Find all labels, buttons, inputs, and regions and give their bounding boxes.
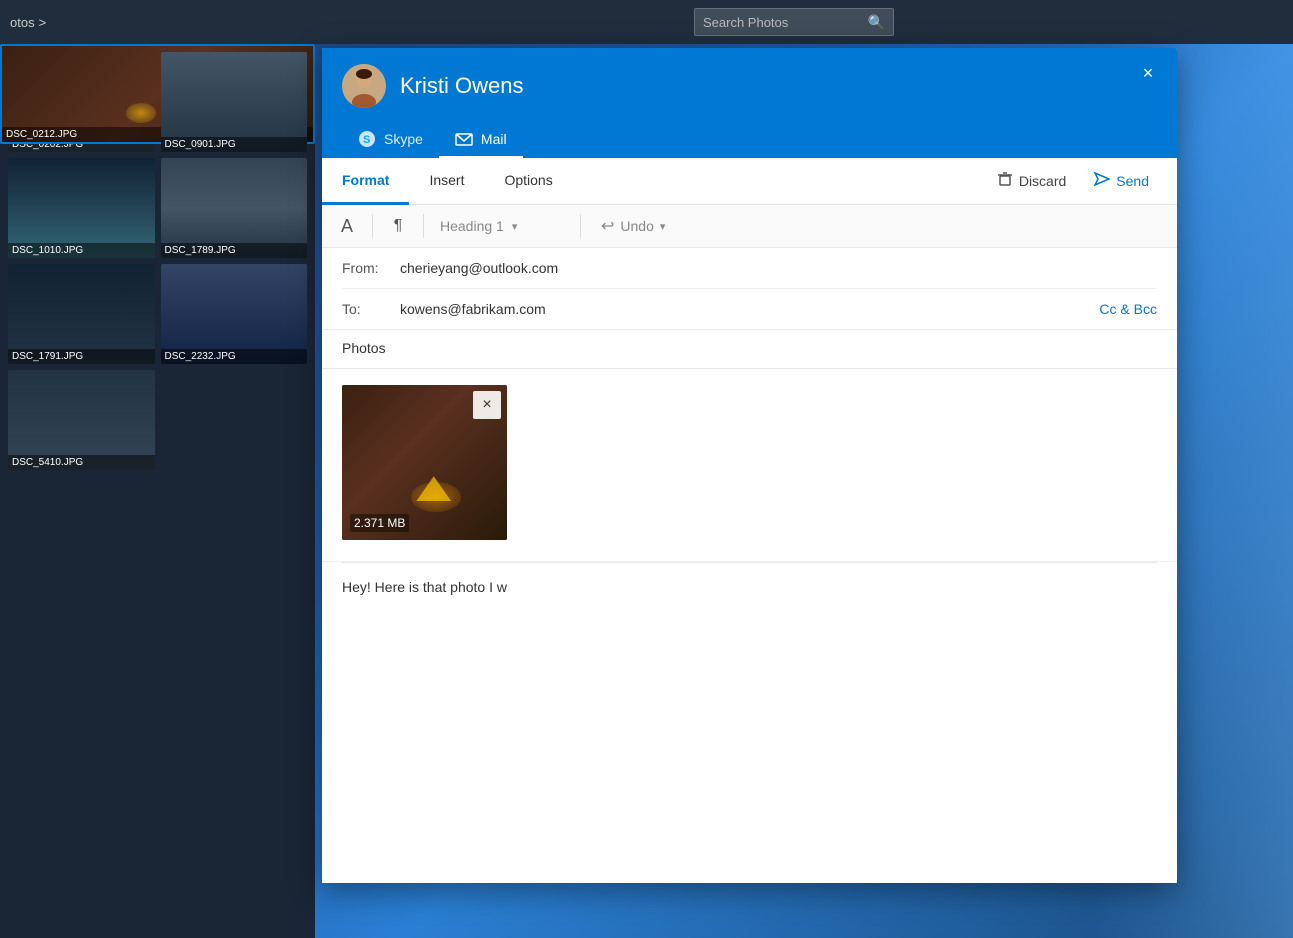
photo-filename: DSC_1789.JPG: [161, 243, 308, 258]
mail-icon: [455, 130, 473, 148]
photo-filename: DSC_0901.JPG: [161, 137, 308, 152]
heading-dropdown-arrow: ▾: [512, 220, 518, 233]
photos-app-name: otos: [10, 15, 35, 30]
close-button[interactable]: ×: [1133, 58, 1163, 88]
undo-icon: ↩: [601, 216, 614, 236]
undo-label: Undo: [620, 218, 653, 234]
to-label: To:: [342, 301, 392, 317]
svg-text:S: S: [363, 134, 370, 146]
breadcrumb-arrow: >: [39, 15, 47, 30]
attachment-card: × 2.371 MB: [342, 385, 507, 540]
mail-header: × Kristi Owens: [322, 48, 1177, 158]
tab-options[interactable]: Options: [484, 158, 572, 205]
tab-mail[interactable]: Mail: [439, 122, 523, 159]
format-divider-1: [372, 214, 373, 238]
format-divider-3: [580, 214, 581, 238]
cc-bcc-button[interactable]: Cc & Bcc: [1099, 301, 1157, 317]
skype-icon: S: [358, 130, 376, 148]
send-button[interactable]: Send: [1082, 163, 1161, 200]
search-placeholder: Search Photos: [703, 15, 868, 30]
list-item[interactable]: DSC_1010.JPG: [8, 158, 155, 258]
photos-app-panel: otos > ▾ ↺ ✓ DSC_0202.JPG DSC_0212.JPG D…: [0, 0, 315, 938]
subject-row: [322, 330, 1177, 369]
format-divider-2: [423, 214, 424, 238]
photo-filename: DSC_1791.JPG: [8, 349, 155, 364]
email-body-content: Hey! Here is that photo I w: [342, 579, 507, 595]
search-icon[interactable]: 🔍: [868, 14, 885, 31]
to-value: kowens@fabrikam.com: [400, 301, 1099, 317]
photo-filename: DSC_2232.JPG: [161, 349, 308, 364]
email-fields: From: cherieyang@outlook.com To: kowens@…: [322, 248, 1177, 330]
avatar-image: [342, 64, 386, 108]
skype-tab-label: Skype: [384, 131, 423, 147]
search-box[interactable]: Search Photos 🔍: [694, 8, 894, 36]
avatar: [342, 64, 386, 108]
mail-body: Format Insert Options Discard: [322, 158, 1177, 883]
tab-insert[interactable]: Insert: [409, 158, 484, 205]
photos-title: otos >: [10, 15, 46, 30]
toolbar-actions: Discard Send: [985, 163, 1177, 200]
subject-input[interactable]: [342, 340, 1157, 356]
tab-skype[interactable]: S Skype: [342, 122, 439, 159]
undo-dropdown-arrow: ▾: [660, 220, 666, 233]
attachment-size-label: 2.371 MB: [350, 514, 409, 532]
top-bar-continuation: Search Photos 🔍: [315, 0, 1293, 44]
attachment-area: × 2.371 MB: [322, 369, 1177, 562]
tab-format[interactable]: Format: [322, 158, 409, 205]
from-label: From:: [342, 260, 392, 276]
from-field-row: From: cherieyang@outlook.com: [342, 248, 1157, 289]
mail-compose-overlay: × Kristi Owens: [322, 48, 1177, 883]
compose-toolbar: Format Insert Options Discard: [322, 158, 1177, 205]
format-bar: A ¶ Heading 1 ▾ ↩ Undo ▾: [322, 205, 1177, 248]
undo-button[interactable]: ↩ Undo ▾: [589, 212, 677, 240]
list-item[interactable]: DSC_0901.JPG: [161, 52, 308, 152]
to-field-row: To: kowens@fabrikam.com Cc & Bcc: [342, 289, 1157, 329]
mail-tab-label: Mail: [481, 131, 507, 147]
contact-tabs: S Skype Mail: [342, 122, 1157, 158]
from-value: cherieyang@outlook.com: [400, 260, 1157, 276]
paragraph-icon: ¶: [394, 217, 403, 235]
paragraph-button[interactable]: ¶: [381, 209, 415, 243]
email-body-text[interactable]: Hey! Here is that photo I w: [322, 563, 1177, 883]
send-label: Send: [1116, 173, 1149, 189]
list-item[interactable]: DSC_1791.JPG: [8, 264, 155, 364]
heading-select-button[interactable]: Heading 1 ▾: [432, 214, 572, 238]
discard-label: Discard: [1019, 173, 1066, 189]
photo-grid: ✓ DSC_0202.JPG DSC_0212.JPG DSC_0901.JPG…: [0, 44, 315, 478]
contact-name: Kristi Owens: [400, 73, 523, 99]
list-item[interactable]: DSC_2232.JPG: [161, 264, 308, 364]
photo-filename: DSC_1010.JPG: [8, 243, 155, 258]
font-size-button[interactable]: A: [330, 209, 364, 243]
list-item[interactable]: DSC_1789.JPG: [161, 158, 308, 258]
trash-icon: [997, 171, 1013, 192]
contact-row: Kristi Owens: [342, 64, 1157, 108]
send-icon: [1094, 171, 1110, 192]
list-item[interactable]: DSC_5410.JPG: [8, 370, 155, 470]
heading-value: Heading 1: [440, 218, 504, 234]
tent-glow: [126, 103, 156, 123]
font-size-icon: A: [341, 216, 353, 237]
discard-button[interactable]: Discard: [985, 163, 1078, 200]
photo-filename: DSC_5410.JPG: [8, 455, 155, 470]
attachment-remove-button[interactable]: ×: [473, 391, 501, 419]
